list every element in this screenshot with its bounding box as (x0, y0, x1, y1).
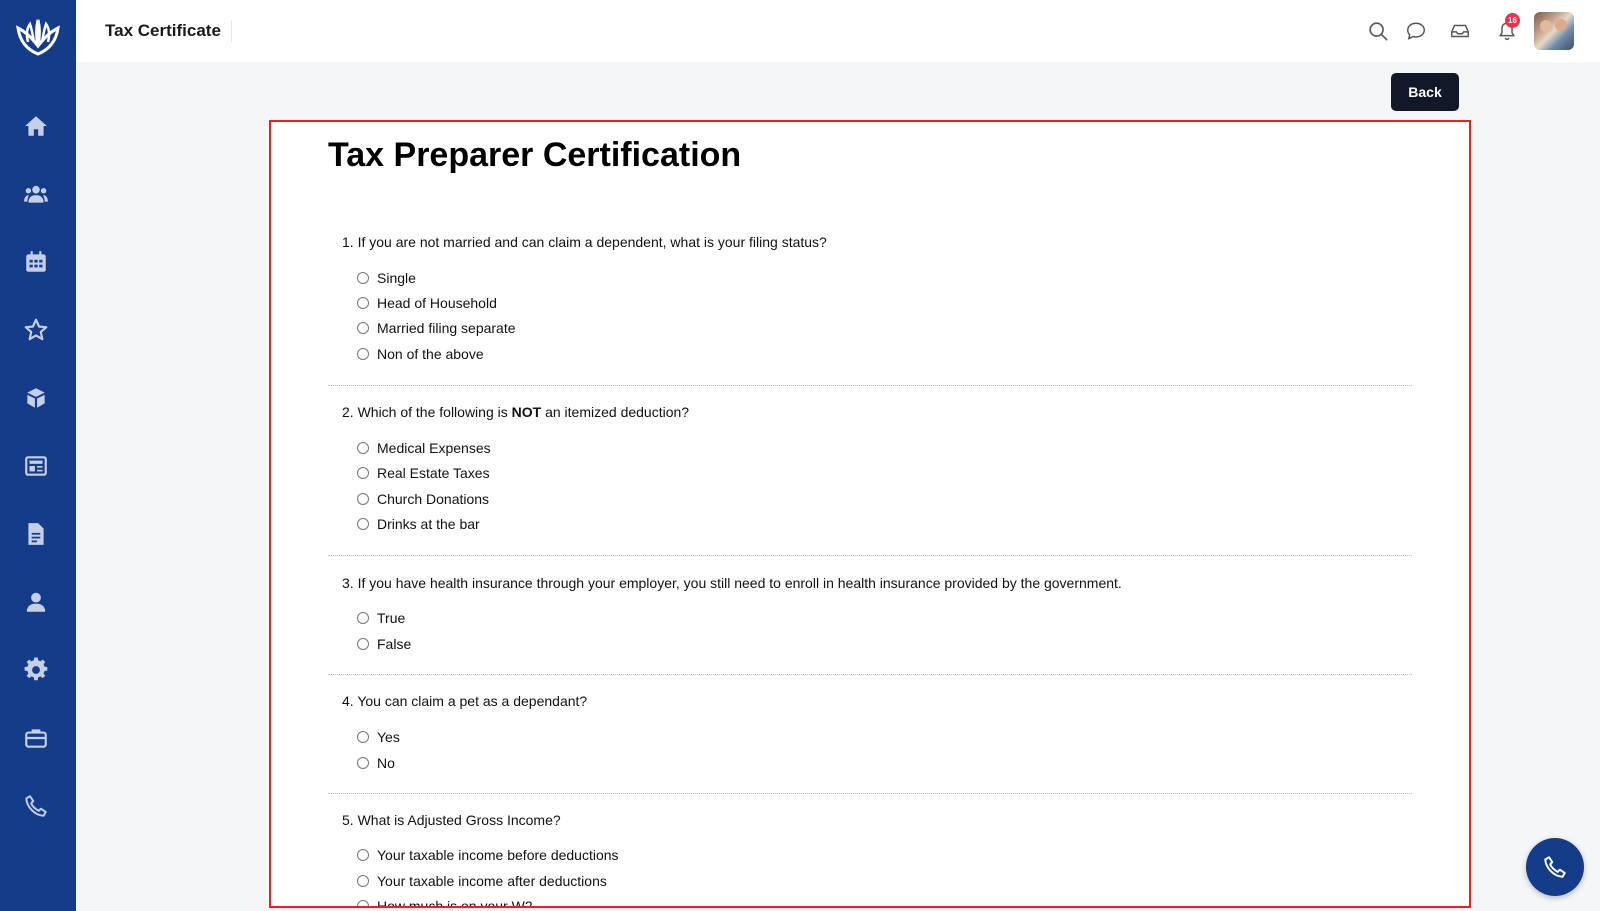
divider (328, 385, 1412, 386)
divider (328, 555, 1412, 556)
question-text: 2. Which of the following is (342, 404, 512, 420)
option-label: Non of the above (377, 346, 484, 362)
question-text: 1. If you are not married and can claim … (342, 234, 827, 250)
radio-button[interactable] (357, 900, 369, 906)
radio-button[interactable] (357, 757, 369, 769)
radio-button[interactable] (357, 493, 369, 505)
option-label: Church Donations (377, 491, 490, 507)
briefcase-icon[interactable] (22, 724, 50, 752)
option-head-of-household[interactable]: Head of Household (357, 294, 497, 312)
question-text: 4. You can claim a pet as a dependant? (342, 693, 588, 709)
option-yes[interactable]: Yes (357, 728, 400, 746)
radio-button[interactable] (357, 518, 369, 530)
option-income-after-deductions[interactable]: Your taxable income after deductions (357, 872, 607, 890)
option-church-donations[interactable]: Church Donations (357, 490, 489, 508)
star-icon[interactable] (22, 316, 50, 344)
calendar-icon[interactable] (22, 248, 50, 276)
sidebar (0, 0, 76, 911)
phone-icon[interactable] (22, 792, 50, 820)
home-icon[interactable] (22, 112, 50, 140)
divider (328, 793, 1412, 794)
question-text: 5. What is Adjusted Gross Income? (342, 812, 561, 828)
question-2: 2. Which of the following is NOT an item… (342, 404, 689, 420)
radio-button[interactable] (357, 849, 369, 861)
certification-form: Tax Preparer Certification 1. If you are… (269, 120, 1471, 908)
option-label: False (377, 636, 412, 652)
notification-badge: 16 (1505, 13, 1520, 28)
question-4: 4. You can claim a pet as a dependant? (342, 693, 587, 709)
option-label: How much is on your W2 (377, 898, 533, 908)
gear-icon[interactable] (22, 656, 50, 684)
option-label: Real Estate Taxes (377, 465, 490, 481)
radio-button[interactable] (357, 731, 369, 743)
option-true[interactable]: True (357, 609, 405, 627)
question-5: 5. What is Adjusted Gross Income? (342, 812, 561, 828)
user-icon[interactable] (22, 588, 50, 616)
radio-button[interactable] (357, 272, 369, 284)
question-text: 3. If you have health insurance through … (342, 575, 1122, 591)
page-title: Tax Certificate (105, 20, 232, 42)
radio-button[interactable] (357, 638, 369, 650)
radio-button[interactable] (357, 612, 369, 624)
option-drinks-at-the-bar[interactable]: Drinks at the bar (357, 515, 480, 533)
phone-icon (1544, 856, 1566, 878)
newspaper-icon[interactable] (22, 452, 50, 480)
option-w2-amount[interactable]: How much is on your W2 (357, 897, 533, 908)
form-title: Tax Preparer Certification (328, 136, 742, 174)
option-married-filing-separate[interactable]: Married filing separate (357, 319, 516, 337)
radio-button[interactable] (357, 322, 369, 334)
option-label: Head of Household (377, 295, 497, 311)
option-label: Your taxable income after deductions (377, 873, 607, 889)
option-label: No (377, 755, 395, 771)
option-label: True (377, 610, 406, 626)
option-label: Yes (377, 729, 400, 745)
document-icon[interactable] (22, 520, 50, 548)
brand-logo-icon[interactable] (14, 16, 62, 60)
question-1: 1. If you are not married and can claim … (342, 234, 827, 250)
search-icon[interactable] (1366, 19, 1390, 43)
radio-button[interactable] (357, 348, 369, 360)
option-label: Single (377, 270, 416, 286)
call-button[interactable] (1526, 838, 1584, 896)
inbox-icon[interactable] (1448, 19, 1472, 43)
option-no[interactable]: No (357, 754, 395, 772)
radio-button[interactable] (357, 442, 369, 454)
option-none-of-the-above[interactable]: Non of the above (357, 345, 484, 363)
option-real-estate-taxes[interactable]: Real Estate Taxes (357, 464, 490, 482)
avatar[interactable] (1534, 12, 1574, 50)
question-text-suffix: an itemized deduction? (541, 404, 690, 420)
option-label: Married filing separate (377, 320, 516, 336)
option-single[interactable]: Single (357, 269, 416, 287)
back-button[interactable]: Back (1391, 73, 1459, 111)
option-label: Medical Expenses (377, 440, 491, 456)
option-label: Your taxable income before deductions (377, 847, 619, 863)
users-icon[interactable] (22, 180, 50, 208)
box-icon[interactable] (22, 384, 50, 412)
option-medical-expenses[interactable]: Medical Expenses (357, 439, 491, 457)
divider (328, 674, 1412, 675)
option-false[interactable]: False (357, 635, 411, 653)
chat-icon[interactable] (1404, 19, 1428, 43)
radio-button[interactable] (357, 297, 369, 309)
question-emphasis: NOT (511, 404, 542, 420)
option-income-before-deductions[interactable]: Your taxable income before deductions (357, 846, 619, 864)
radio-button[interactable] (357, 467, 369, 479)
radio-button[interactable] (357, 875, 369, 887)
question-3: 3. If you have health insurance through … (342, 575, 1122, 591)
option-label: Drinks at the bar (377, 516, 480, 532)
